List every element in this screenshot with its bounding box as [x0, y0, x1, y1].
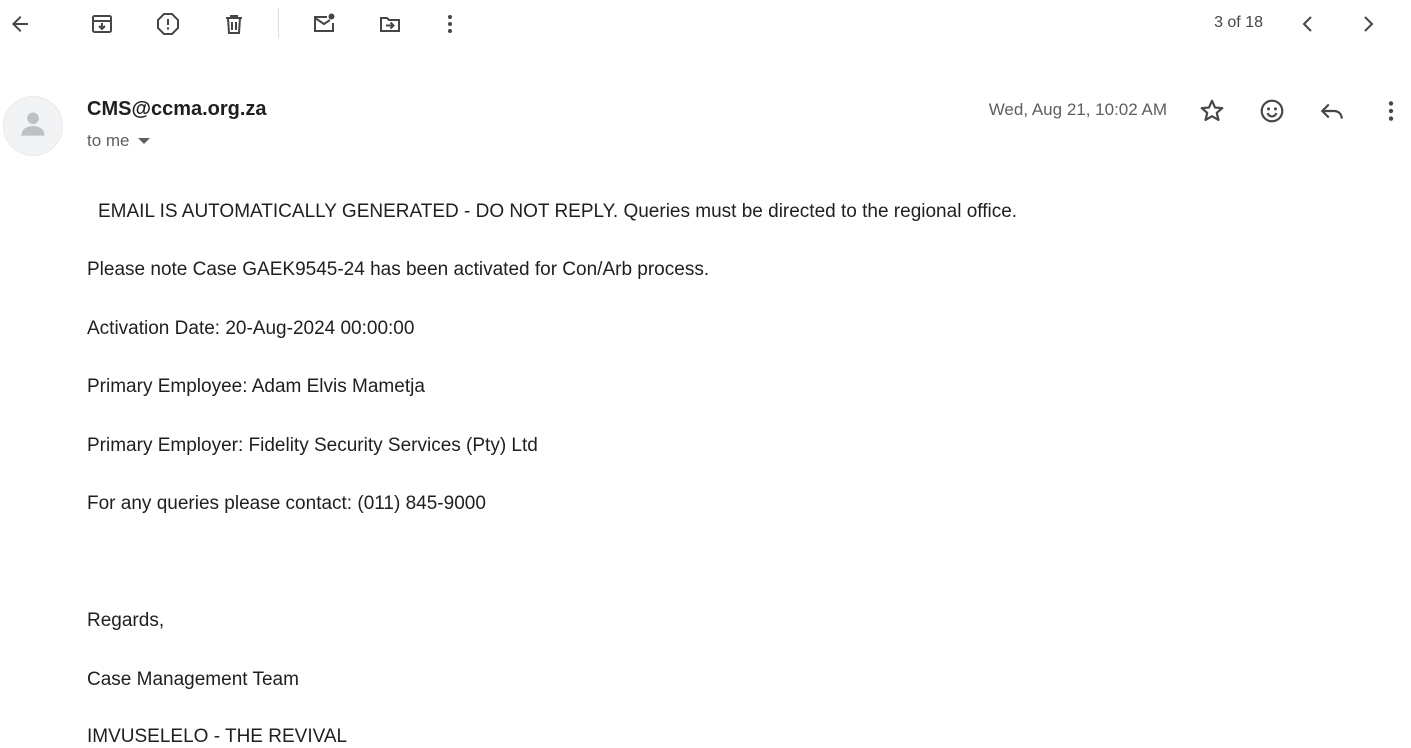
archive-icon: [92, 15, 112, 33]
team-signature-line: Case Management Team: [87, 669, 299, 690]
caret-down-icon[interactable]: [137, 138, 150, 144]
reply-icon: [1320, 103, 1343, 119]
tagline: IMVUSELELO - THE REVIVAL: [87, 726, 348, 747]
older-button[interactable]: [1348, 4, 1388, 44]
message-more-button[interactable]: [1371, 91, 1411, 131]
newer-button[interactable]: [1288, 4, 1328, 44]
star-outline-icon: [1200, 99, 1224, 122]
add-reaction-button[interactable]: [1252, 91, 1292, 131]
primary-employer-line: Primary Employer: Fidelity Security Serv…: [87, 435, 538, 456]
sender-address[interactable]: CMS@ccma.org.za: [87, 98, 267, 121]
mark-unread-button[interactable]: [304, 4, 344, 44]
back-button[interactable]: [0, 4, 40, 44]
message-date: Wed, Aug 21, 10:02 AM: [988, 100, 1167, 119]
report-spam-icon: [157, 13, 179, 35]
emoji-icon: [1260, 99, 1284, 123]
regards-line: Regards,: [87, 610, 165, 631]
archive-button[interactable]: [82, 4, 122, 44]
chevron-left-icon: [1302, 16, 1312, 32]
move-to-folder-icon: [380, 17, 400, 32]
star-button[interactable]: [1192, 91, 1232, 131]
move-to-button[interactable]: [370, 4, 410, 44]
pagination-count: 3 of 18: [1214, 14, 1263, 31]
sender-avatar[interactable]: [3, 96, 63, 156]
report-spam-button[interactable]: [148, 4, 188, 44]
chevron-right-icon: [1364, 16, 1374, 32]
primary-employee-line: Primary Employee: Adam Elvis Mametja: [87, 376, 425, 397]
message-toolbar: 3 of 18: [0, 0, 1411, 48]
contact-line: For any queries please contact: (011) 84…: [87, 493, 486, 514]
trash-icon: [226, 15, 242, 34]
reply-button[interactable]: [1312, 91, 1352, 131]
recipient-details[interactable]: to me: [87, 131, 150, 151]
mark-unread-icon: [314, 13, 335, 32]
recipient-label: to me: [87, 131, 130, 150]
more-vert-icon: [1388, 101, 1394, 121]
more-vert-icon: [448, 15, 452, 33]
more-actions-button[interactable]: [430, 4, 470, 44]
delete-button[interactable]: [214, 4, 254, 44]
auto-generated-notice: EMAIL IS AUTOMATICALLY GENERATED - DO NO…: [98, 201, 1018, 222]
person-icon: [21, 112, 45, 136]
case-activation-line: Please note Case GAEK9545-24 has been ac…: [87, 259, 710, 280]
toolbar-divider: [278, 8, 279, 38]
arrow-left-icon: [12, 16, 28, 32]
activation-date-line: Activation Date: 20-Aug-2024 00:00:00: [87, 318, 415, 339]
